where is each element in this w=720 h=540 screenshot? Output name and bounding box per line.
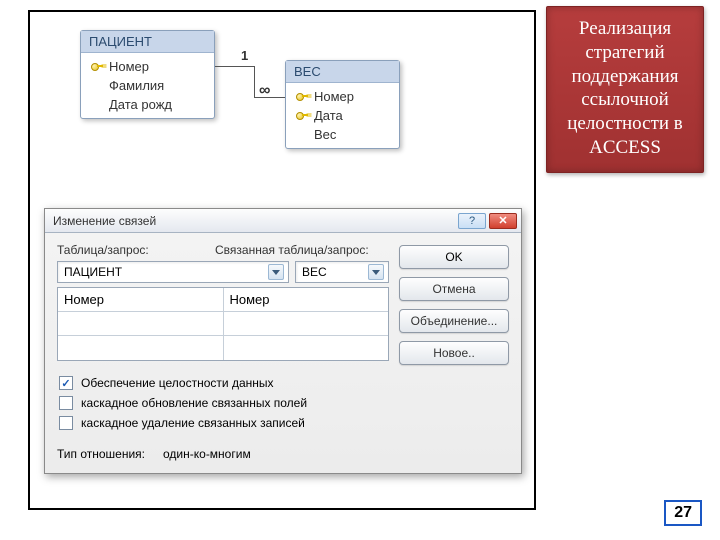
cardinality-many: ∞	[259, 82, 270, 100]
cancel-button[interactable]: Отмена	[399, 277, 509, 301]
cardinality-one: 1	[241, 48, 248, 63]
key-icon	[296, 110, 308, 122]
combo-related-table[interactable]: ВЕС	[295, 261, 389, 283]
no-key-icon	[296, 129, 308, 141]
combo-table[interactable]: ПАЦИЕНТ	[57, 261, 289, 283]
combo-value: ВЕС	[302, 265, 327, 279]
rel-type-label: Тип отношения:	[57, 447, 145, 461]
dialog-titlebar[interactable]: Изменение связей ? ✕	[45, 209, 521, 233]
help-button[interactable]: ?	[458, 213, 486, 229]
table-row[interactable]: Номер	[286, 87, 399, 106]
grid-cell-right[interactable]: Номер	[224, 288, 389, 312]
checkbox-label: Обеспечение целостности данных	[81, 376, 274, 390]
grid-cell-left[interactable]	[58, 336, 224, 360]
rel-type-value: один-ко-многим	[163, 447, 251, 461]
key-icon	[91, 61, 103, 73]
checkbox-label: каскадное обновление связанных полей	[81, 396, 307, 410]
cell-value: Номер	[64, 292, 104, 307]
dialog-body: Таблица/запрос: Связанная таблица/запрос…	[45, 233, 521, 473]
table-row[interactable]: Фамилия	[81, 76, 214, 95]
button-label: Отмена	[432, 282, 475, 296]
dialog-title-text: Изменение связей	[53, 214, 156, 228]
grid-cell-right[interactable]	[224, 336, 389, 360]
field-label: Вес	[314, 127, 336, 142]
grid-cell-right[interactable]	[224, 312, 389, 336]
table-row[interactable]: Дата	[286, 106, 399, 125]
checkbox-cascade-update[interactable]	[59, 396, 73, 410]
dialog-left-pane: Таблица/запрос: Связанная таблица/запрос…	[57, 243, 389, 461]
create-new-button[interactable]: Новое..	[399, 341, 509, 365]
er-table-body: Номер Дата Вес	[286, 83, 399, 148]
chevron-down-icon[interactable]	[368, 264, 384, 280]
grid-cell-left[interactable]	[58, 312, 224, 336]
checkbox-area: ✓ Обеспечение целостности данных каскадн…	[57, 371, 389, 441]
dialog-button-column: OK Отмена Объединение... Новое..	[399, 243, 509, 461]
cell-value: Номер	[230, 292, 270, 307]
er-table-weight[interactable]: ВЕС Номер Дата Вес	[285, 60, 400, 149]
checkbox-integrity[interactable]: ✓	[59, 376, 73, 390]
checkbox-label: каскадное удаление связанных записей	[81, 416, 305, 430]
button-label: Новое..	[433, 346, 475, 360]
no-key-icon	[91, 80, 103, 92]
field-label: Фамилия	[109, 78, 164, 93]
relationship-line[interactable]	[215, 66, 255, 67]
label-table: Таблица/запрос:	[57, 243, 207, 257]
no-key-icon	[91, 99, 103, 111]
field-label: Дата рожд	[109, 97, 172, 112]
field-label: Номер	[109, 59, 149, 74]
grid-cell-left[interactable]: Номер	[58, 288, 224, 312]
close-button[interactable]: ✕	[489, 213, 517, 229]
checkbox-cascade-delete[interactable]	[59, 416, 73, 430]
relationships-canvas[interactable]: ПАЦИЕНТ Номер Фамилия Дата рожд ВЕС Номе…	[30, 12, 534, 202]
join-type-button[interactable]: Объединение...	[399, 309, 509, 333]
table-row[interactable]: Дата рожд	[81, 95, 214, 114]
key-icon	[296, 91, 308, 103]
edit-relationships-dialog: Изменение связей ? ✕ Таблица/запрос: Свя…	[44, 208, 522, 474]
er-table-header: ВЕС	[286, 61, 399, 83]
er-table-header: ПАЦИЕНТ	[81, 31, 214, 53]
er-table-patient[interactable]: ПАЦИЕНТ Номер Фамилия Дата рожд	[80, 30, 215, 119]
screenshot-canvas: ПАЦИЕНТ Номер Фамилия Дата рожд ВЕС Номе…	[28, 10, 536, 510]
button-label: OK	[445, 250, 462, 264]
table-row[interactable]: Номер	[81, 57, 214, 76]
ok-button[interactable]: OK	[399, 245, 509, 269]
field-label: Дата	[314, 108, 343, 123]
button-label: Объединение...	[411, 314, 498, 328]
table-row[interactable]: Вес	[286, 125, 399, 144]
combo-value: ПАЦИЕНТ	[64, 265, 122, 279]
er-table-body: Номер Фамилия Дата рожд	[81, 53, 214, 118]
slide-caption: Реализация стратегий поддержания ссылочн…	[546, 6, 704, 173]
relationship-type-row: Тип отношения: один-ко-многим	[57, 441, 389, 461]
field-mapping-grid: Номер Номер	[57, 287, 389, 361]
chevron-down-icon[interactable]	[268, 264, 284, 280]
label-related-table: Связанная таблица/запрос:	[215, 243, 369, 257]
relationship-line[interactable]	[254, 66, 255, 98]
page-number: 27	[664, 500, 702, 526]
field-label: Номер	[314, 89, 354, 104]
